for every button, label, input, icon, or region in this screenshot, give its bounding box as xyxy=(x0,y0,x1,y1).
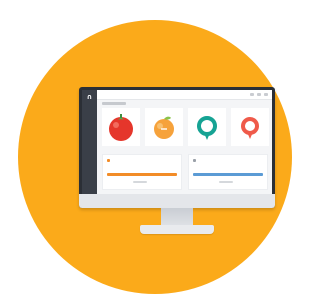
tile-red-pin[interactable] xyxy=(231,108,269,146)
progress-line-orange xyxy=(107,173,177,176)
close-icon[interactable] xyxy=(264,93,268,96)
app-dashboard xyxy=(100,102,269,192)
app-topbar xyxy=(97,90,272,100)
tile-green-pin[interactable] xyxy=(188,108,226,146)
app-logo-icon[interactable]: ∩ xyxy=(86,94,93,101)
progress-line-blue xyxy=(193,173,263,176)
panel-marker xyxy=(193,159,196,162)
red-location-pin-icon xyxy=(241,117,259,139)
monitor-stand-neck xyxy=(161,208,193,226)
monitor-stand-base xyxy=(140,225,214,234)
stats-panel-left xyxy=(102,154,182,190)
tile-tomato[interactable] xyxy=(102,108,140,146)
tomato-icon xyxy=(109,114,133,141)
stats-panel-right xyxy=(188,154,268,190)
panel-caption xyxy=(219,181,233,183)
app-sidebar: ∩ xyxy=(82,90,97,194)
peach-icon xyxy=(154,116,174,139)
monitor-chin xyxy=(79,194,275,208)
monitor-screen: ∩ xyxy=(82,90,272,194)
maximize-icon[interactable] xyxy=(257,93,261,96)
minimize-icon[interactable] xyxy=(250,93,254,96)
green-location-pin-icon xyxy=(197,116,217,140)
panel-caption xyxy=(133,181,147,183)
panel-marker xyxy=(107,159,110,162)
tile-peach[interactable] xyxy=(145,108,183,146)
illustration: ∩ xyxy=(0,0,313,304)
dashboard-title-placeholder xyxy=(102,102,126,105)
desktop-monitor: ∩ xyxy=(79,87,275,208)
